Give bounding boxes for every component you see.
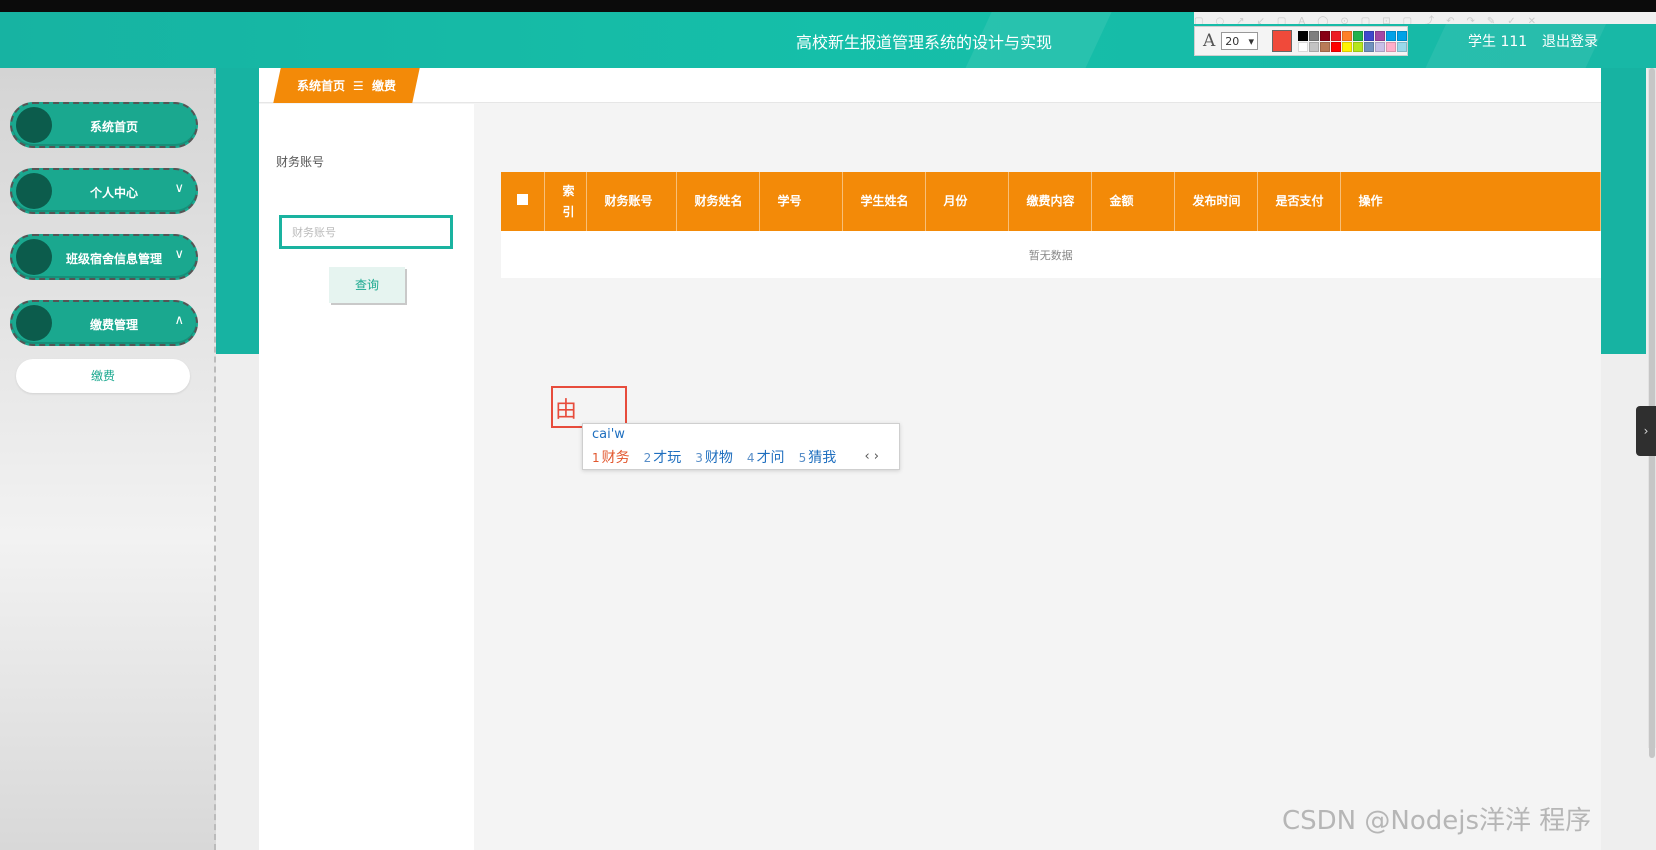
app-title: 高校新生报道管理系统的设计与实现 xyxy=(796,33,1053,52)
screenshot-tool-icons: ▢○↗↙▢A◯⊙▢⊡▢⤴↶↷✎✓✕ xyxy=(1194,12,1656,24)
column-header-student-name[interactable]: 学生姓名 xyxy=(842,172,926,231)
color-swatch[interactable] xyxy=(1364,30,1374,41)
column-header-publish-time[interactable]: 发布时间 xyxy=(1174,172,1258,231)
table-header-row: 索引 财务账号 财务姓名 学号 学生姓名 月份 缴费内容 金额 发布时间 是否支… xyxy=(501,172,1601,231)
chevron-down-icon: ∨ xyxy=(174,181,184,196)
color-swatch[interactable] xyxy=(1397,30,1407,41)
select-all-checkbox[interactable] xyxy=(501,172,545,231)
ime-candidate[interactable]: 2 才玩 xyxy=(644,447,682,467)
typed-character: 由 xyxy=(555,398,578,423)
color-swatch[interactable] xyxy=(1331,30,1341,41)
sidebar-item-label: 个人中心 xyxy=(89,186,138,200)
checkbox-icon xyxy=(517,194,528,205)
chevron-up-icon: ∧ xyxy=(174,313,184,328)
color-swatch[interactable] xyxy=(1386,30,1396,41)
dropdown-arrow-icon: ▾ xyxy=(1248,34,1255,48)
font-size-value: 20 xyxy=(1225,34,1240,48)
column-header-month[interactable]: 月份 xyxy=(925,172,1009,231)
menu-dot-icon xyxy=(16,239,52,275)
menu-dot-icon xyxy=(16,107,52,143)
column-header-finance-name[interactable]: 财务姓名 xyxy=(676,172,760,231)
ime-candidate-list: 1 财务 2 才玩 3 财物 4 才问 5 猜我 xyxy=(592,447,850,467)
search-button[interactable]: 查询 xyxy=(329,267,405,303)
column-header-student-id[interactable]: 学号 xyxy=(759,172,843,231)
empty-table-message: 暂无数据 xyxy=(1028,248,1073,262)
menu-dot-icon xyxy=(16,173,52,209)
watermark: CSDN @Nodejs洋洋 程序 xyxy=(1282,806,1592,836)
color-swatch[interactable] xyxy=(1320,30,1330,41)
color-swatch[interactable] xyxy=(1331,41,1341,52)
ime-candidate-popup: cai'w 1 财务 2 才玩 3 财物 4 才问 5 猜我 ‹ › xyxy=(582,423,900,470)
sidebar-item-personal-center[interactable]: 个人中心 ∨ xyxy=(10,168,198,214)
color-swatch[interactable] xyxy=(1298,41,1308,52)
ime-pinyin-input: cai'w xyxy=(592,427,625,442)
color-swatch[interactable] xyxy=(1353,41,1363,52)
breadcrumb-bar: 系统首页 ☰ 缴费 xyxy=(259,68,1601,103)
color-swatch[interactable] xyxy=(1309,30,1319,41)
menu-dot-icon xyxy=(16,305,52,341)
font-size-select[interactable]: 20 ▾ xyxy=(1221,32,1259,50)
ime-candidate[interactable]: 4 才问 xyxy=(747,447,785,467)
color-swatch[interactable] xyxy=(1364,41,1374,52)
color-swatch[interactable] xyxy=(1342,41,1352,52)
payment-table: 索引 财务账号 财务姓名 学号 学生姓名 月份 缴费内容 金额 发布时间 是否支… xyxy=(501,172,1601,278)
color-swatch[interactable] xyxy=(1386,41,1396,52)
side-panel-toggle-button[interactable]: › xyxy=(1636,406,1656,456)
color-palette[interactable] xyxy=(1298,30,1407,52)
color-swatch[interactable] xyxy=(1342,30,1352,41)
column-header-finance-account[interactable]: 财务账号 xyxy=(586,172,677,231)
column-header-is-paid[interactable]: 是否支付 xyxy=(1257,172,1341,231)
ime-candidate[interactable]: 3 财物 xyxy=(695,447,733,467)
current-color-swatch[interactable] xyxy=(1272,30,1292,52)
ime-page-arrows-icon[interactable]: ‹ › xyxy=(864,449,879,464)
column-header-amount[interactable]: 金额 xyxy=(1091,172,1175,231)
column-header-payment-content[interactable]: 缴费内容 xyxy=(1008,172,1092,231)
sidebar-item-dorm-info[interactable]: 班级宿舍信息管理 ∨ xyxy=(10,234,198,280)
color-swatch[interactable] xyxy=(1375,30,1385,41)
chevron-down-icon: ∨ xyxy=(174,247,184,262)
screen-top-bar xyxy=(0,0,1656,12)
column-header-actions: 操作 xyxy=(1340,172,1601,231)
sidebar-item-home[interactable]: 系统首页 xyxy=(10,102,198,148)
color-swatch[interactable] xyxy=(1353,30,1363,41)
search-label: 财务账号 xyxy=(276,155,325,169)
color-swatch[interactable] xyxy=(1320,41,1330,52)
ime-candidate[interactable]: 1 财务 xyxy=(592,447,630,467)
sidebar-item-label: 系统首页 xyxy=(89,120,138,134)
font-icon[interactable]: A xyxy=(1203,31,1215,51)
column-header-index[interactable]: 索引 xyxy=(544,172,587,231)
current-user-label: 学生 111 xyxy=(1468,34,1528,50)
sidebar-item-label: 班级宿舍信息管理 xyxy=(65,252,162,266)
ime-candidate[interactable]: 5 猜我 xyxy=(799,447,837,467)
color-swatch[interactable] xyxy=(1309,41,1319,52)
annotation-toolbar: A 20 ▾ xyxy=(1194,26,1408,56)
finance-account-search-input[interactable]: 财务账号 xyxy=(279,215,453,249)
color-swatch[interactable] xyxy=(1397,41,1407,52)
sidebar-item-label: 缴费管理 xyxy=(89,318,138,332)
main-content: 系统首页 ☰ 缴费 财务账号 财务账号 查询 索引 财务账号 财务姓名 学号 学… xyxy=(259,68,1601,850)
sidebar: 系统首页 个人中心 ∨ 班级宿舍信息管理 ∨ 缴费管理 ∧ 缴费 xyxy=(0,68,216,850)
breadcrumb: 系统首页 ☰ 缴费 xyxy=(273,68,420,103)
color-swatch[interactable] xyxy=(1298,30,1308,41)
color-swatch[interactable] xyxy=(1375,41,1385,52)
logout-link[interactable]: 退出登录 xyxy=(1542,31,1598,51)
breadcrumb-separator-icon: ☰ xyxy=(353,78,364,93)
breadcrumb-home[interactable]: 系统首页 xyxy=(297,77,345,94)
sidebar-item-payment-management[interactable]: 缴费管理 ∧ xyxy=(10,300,198,346)
breadcrumb-current: 缴费 xyxy=(371,79,396,93)
sidebar-subitem-payment[interactable]: 缴费 xyxy=(16,359,190,393)
